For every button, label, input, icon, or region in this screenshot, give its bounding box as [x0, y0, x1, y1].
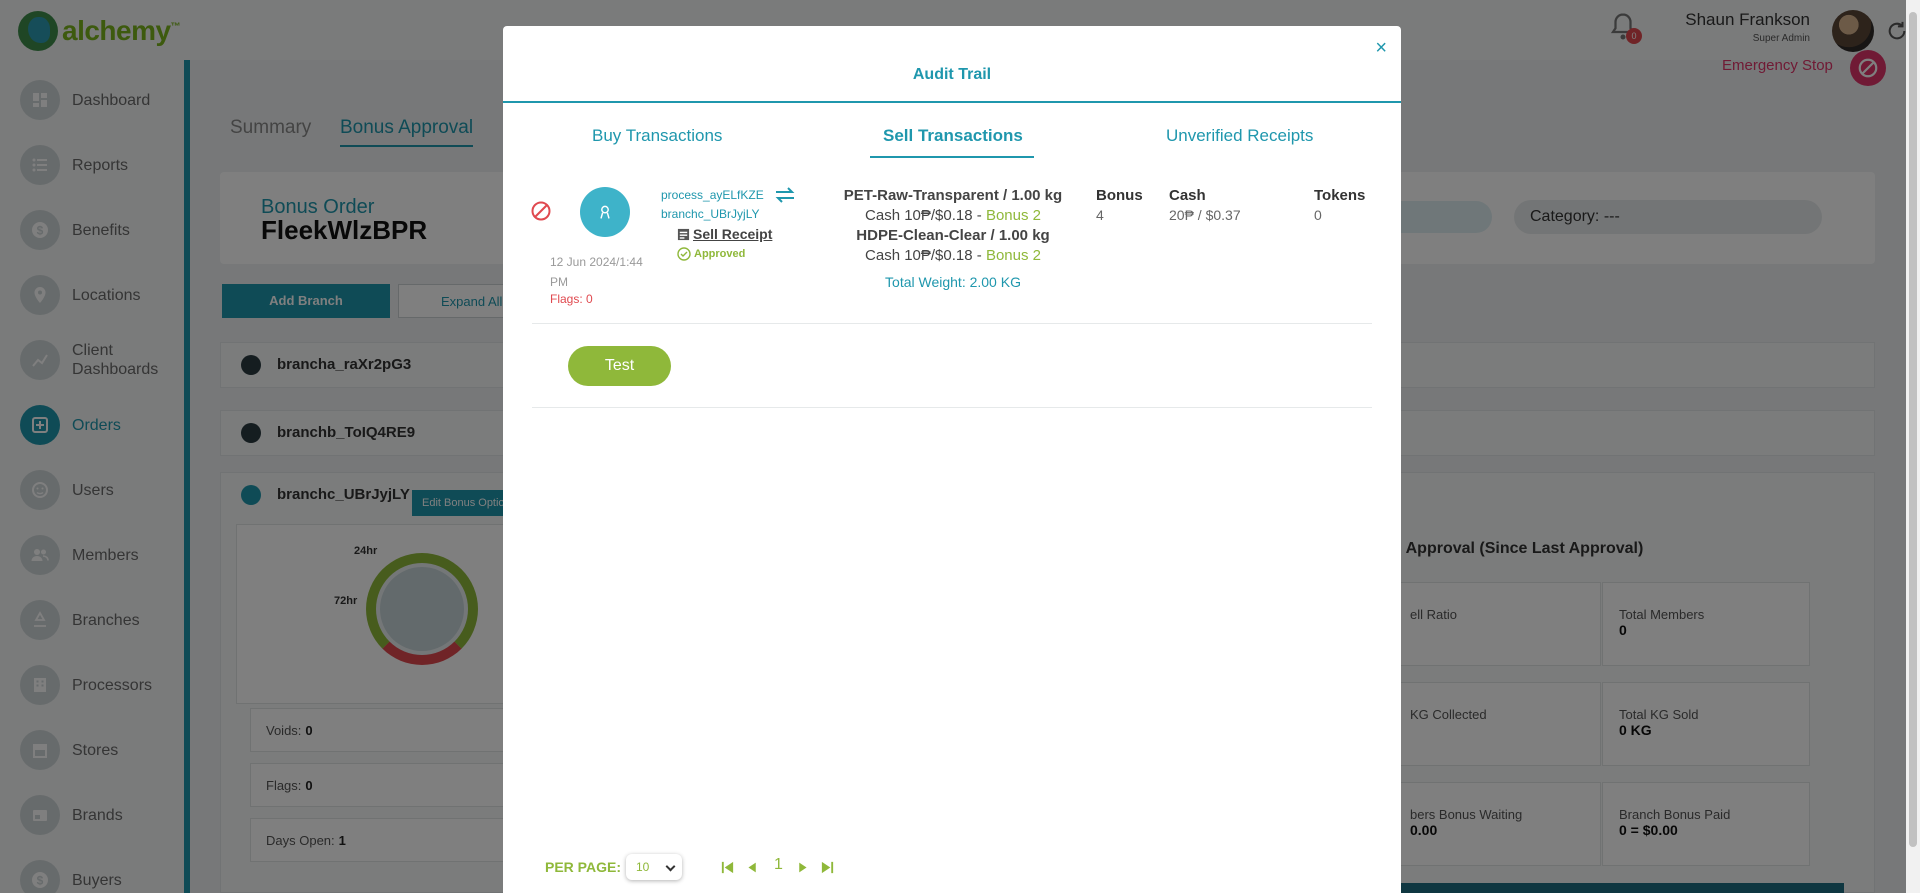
per-page-label: PER PAGE: — [545, 859, 621, 875]
check-circle-icon — [677, 247, 691, 261]
test-button[interactable]: Test — [568, 346, 671, 386]
status-label: Approved — [694, 248, 746, 260]
transaction-date: 12 Jun 2024/1:44 PM — [550, 255, 643, 289]
tab-sell-transactions[interactable]: Sell Transactions — [883, 126, 1023, 146]
item-price-label: Cash 10₱/$0.18 - — [865, 247, 986, 264]
branch-link[interactable]: branchc_UBrJyjLY — [661, 207, 759, 221]
approved-status: Approved — [677, 247, 745, 261]
sell-receipt-link[interactable]: Sell Receipt — [677, 226, 772, 242]
item-price: Cash 10₱/$0.18 - Bonus 2 — [833, 247, 1073, 264]
per-page-select[interactable]: 10 — [626, 854, 682, 880]
next-page-icon[interactable] — [795, 857, 809, 877]
item-name: HDPE-Clean-Clear / 1.00 kg — [856, 227, 1050, 244]
tokens-value: 0 — [1314, 207, 1322, 223]
transaction-flags: Flags: 0 — [550, 292, 593, 306]
item-name: PET-Raw-Transparent / 1.00 kg — [843, 187, 1063, 204]
item-price-label: Cash 10₱/$0.18 - — [865, 207, 986, 224]
item-bonus: Bonus 2 — [985, 247, 1041, 264]
process-link[interactable]: process_ayELfKZE — [661, 188, 764, 202]
last-page-icon[interactable] — [819, 857, 835, 877]
receipt-icon — [677, 228, 690, 240]
item-price: Cash 10₱/$0.18 - Bonus 2 — [833, 207, 1073, 224]
tokens-header: Tokens — [1314, 187, 1366, 204]
scrollbar-thumb[interactable] — [1909, 12, 1917, 847]
audit-trail-modal: × Audit Trail Buy Transactions Sell Tran… — [503, 26, 1401, 893]
modal-title: Audit Trail — [912, 66, 992, 83]
prev-page-icon[interactable] — [745, 857, 759, 877]
bonus-header: Bonus — [1096, 187, 1143, 204]
user-avatar-icon — [580, 187, 630, 237]
bonus-value: 4 — [1096, 207, 1104, 223]
cash-value: 20₱ / $0.37 — [1169, 207, 1241, 223]
active-tab-indicator — [870, 156, 1034, 158]
row-divider — [532, 323, 1372, 324]
close-icon[interactable]: × — [1375, 38, 1387, 58]
title-divider — [503, 101, 1401, 103]
receipt-label: Sell Receipt — [693, 226, 773, 242]
current-page[interactable]: 1 — [774, 856, 783, 874]
row-divider — [532, 407, 1372, 408]
void-icon[interactable] — [530, 200, 552, 222]
cash-header: Cash — [1169, 187, 1206, 204]
tab-buy-transactions[interactable]: Buy Transactions — [592, 126, 722, 146]
first-page-icon[interactable] — [719, 857, 735, 877]
tab-unverified-receipts[interactable]: Unverified Receipts — [1166, 126, 1313, 146]
swap-icon — [774, 186, 796, 204]
item-bonus: Bonus 2 — [985, 207, 1041, 224]
total-weight: Total Weight: 2.00 KG — [885, 274, 1021, 290]
